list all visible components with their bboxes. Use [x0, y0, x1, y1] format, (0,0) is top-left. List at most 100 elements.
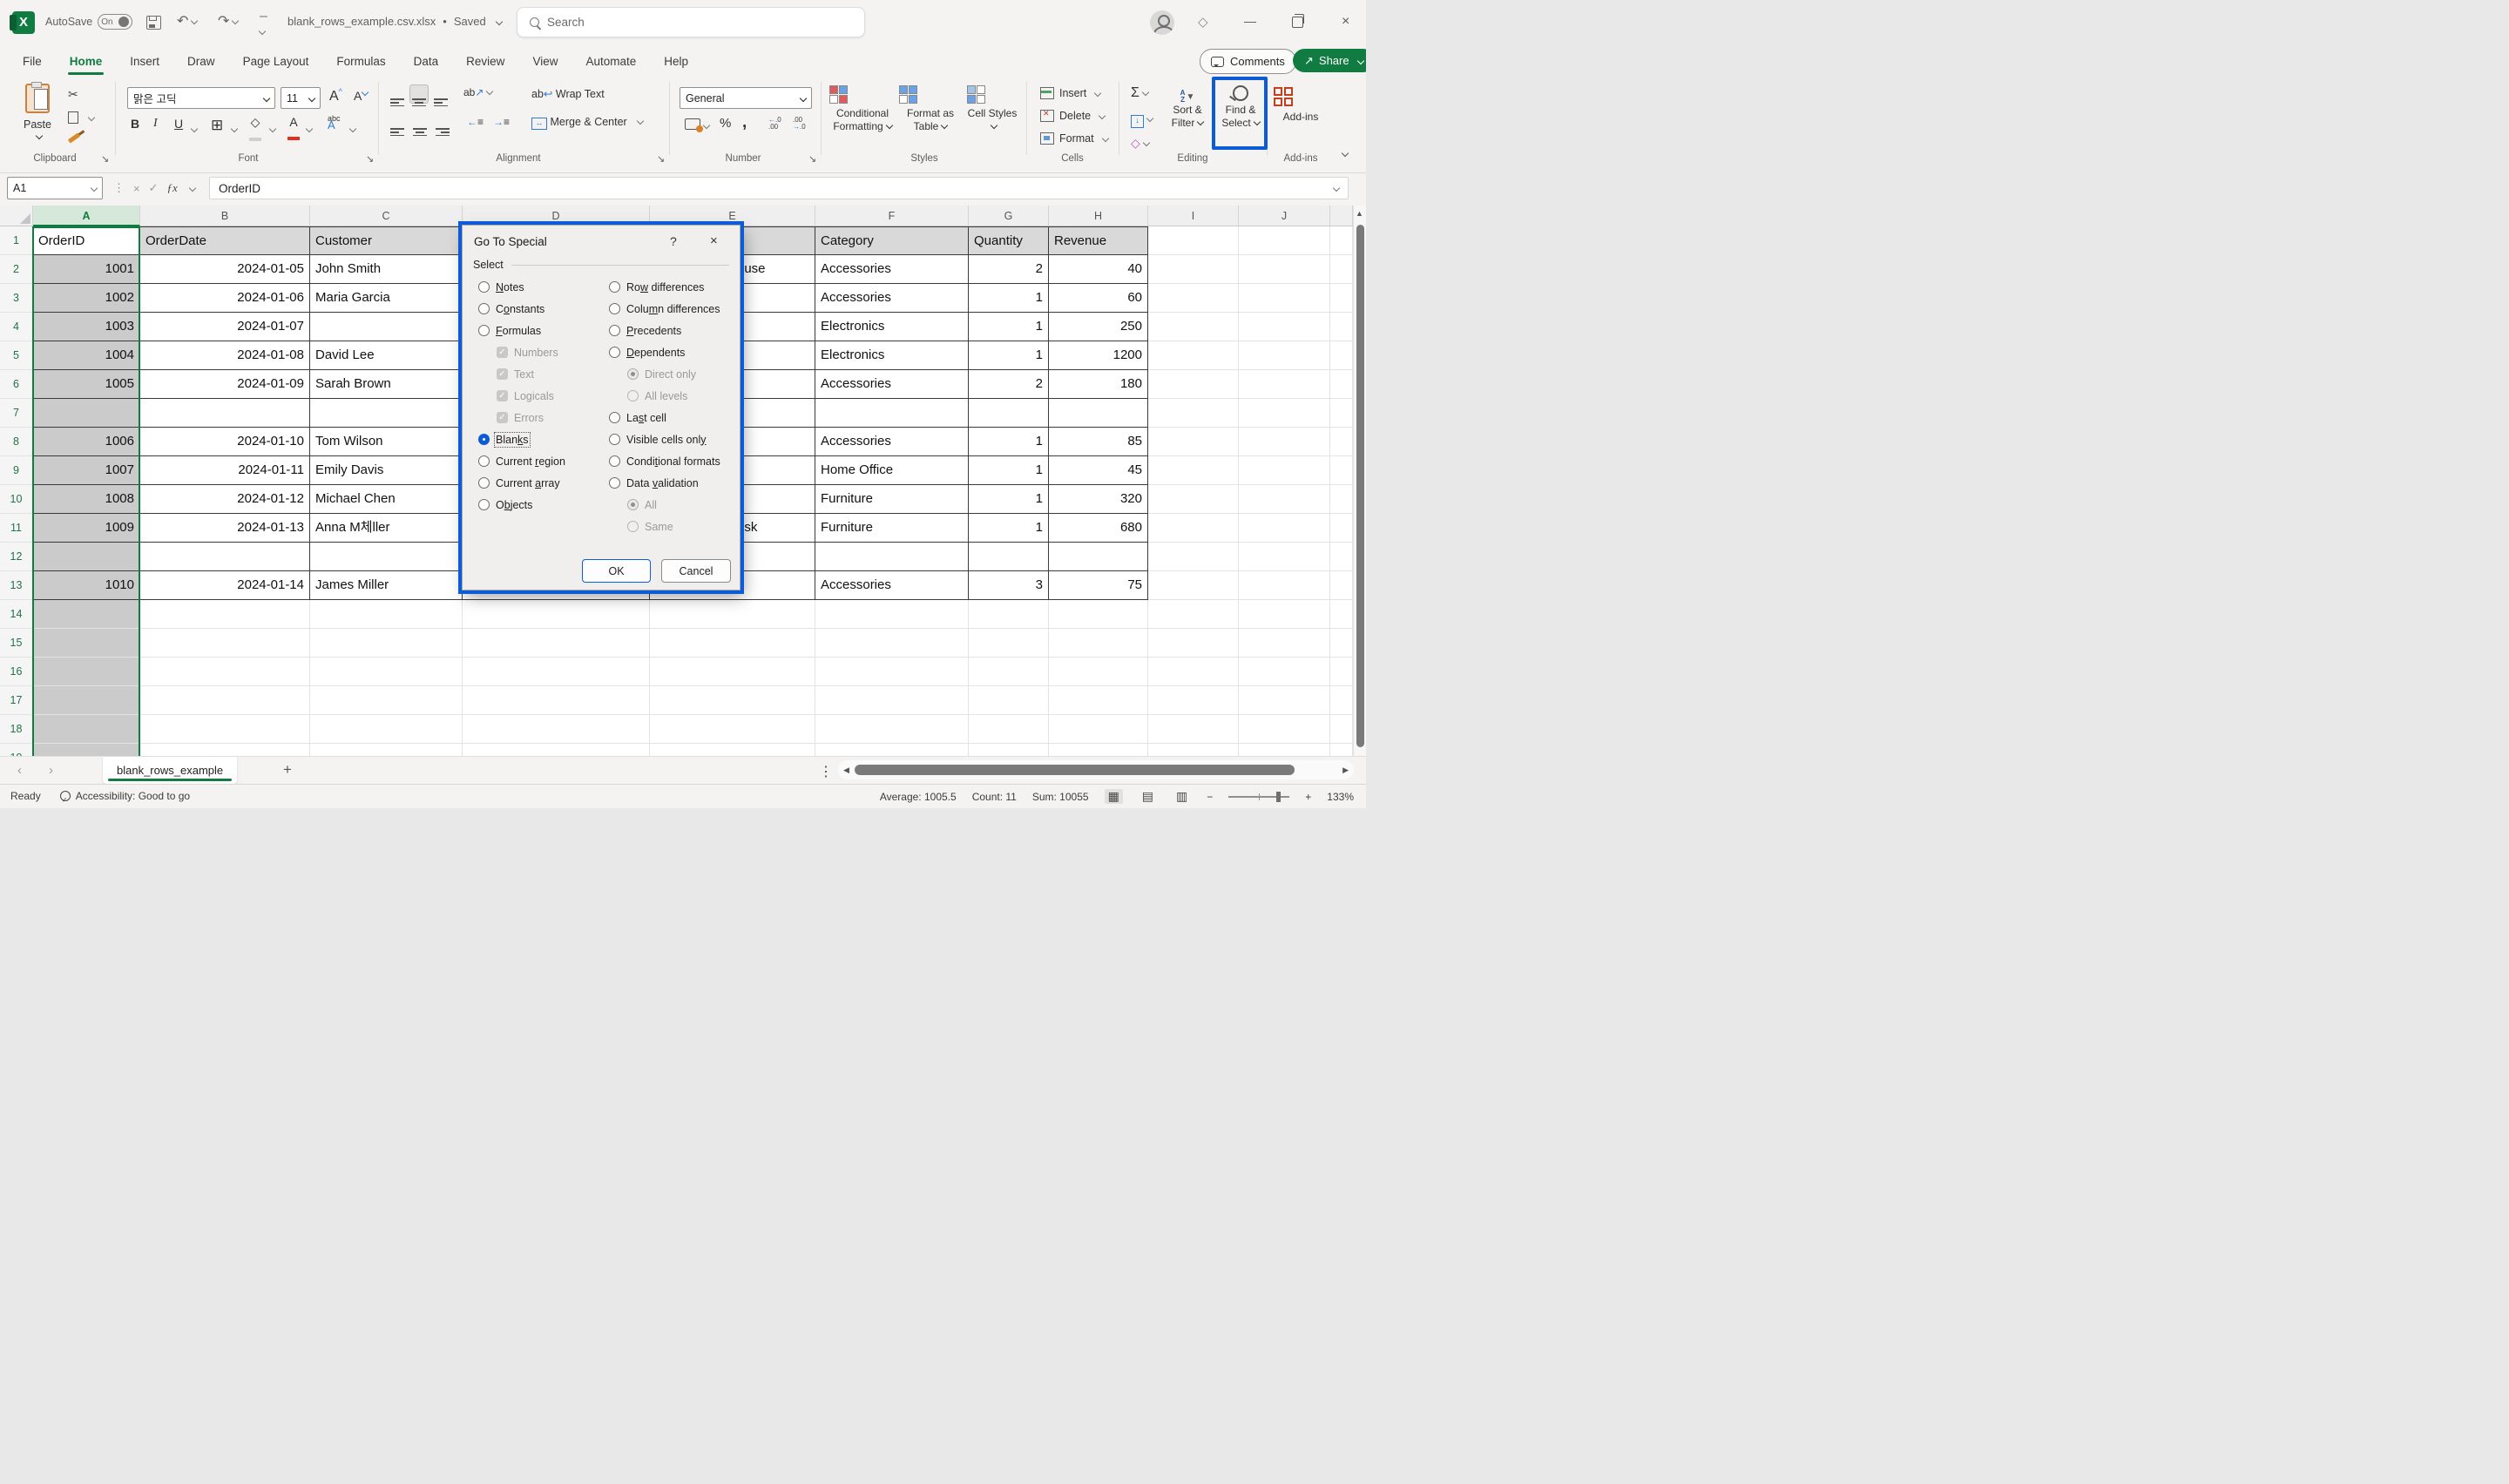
cell-F16[interactable]: [815, 658, 969, 686]
row-header-16[interactable]: 16: [0, 658, 33, 686]
scroll-up-arrow-icon[interactable]: ▲: [1356, 209, 1363, 218]
cell-F5[interactable]: Electronics: [815, 341, 969, 370]
accounting-format-button[interactable]: [685, 118, 709, 134]
chevron-down-icon[interactable]: [189, 185, 196, 192]
cell-C13[interactable]: James Miller: [310, 571, 463, 600]
cell-H5[interactable]: 1200: [1049, 341, 1148, 370]
increase-font-size-button[interactable]: A^: [329, 87, 342, 105]
column-header-G[interactable]: G: [969, 206, 1049, 226]
cell-I16[interactable]: [1148, 658, 1239, 686]
cell-D18[interactable]: [463, 715, 650, 744]
cell-A15[interactable]: [33, 629, 140, 658]
ribbon-tab-view[interactable]: View: [522, 51, 568, 71]
cell-H1[interactable]: Revenue: [1049, 226, 1148, 255]
cell-K15[interactable]: [1330, 629, 1353, 658]
radio-button[interactable]: [609, 281, 620, 293]
horizontal-scrollbar[interactable]: ◀ ▶: [838, 760, 1354, 779]
row-header-7[interactable]: 7: [0, 399, 33, 428]
format-cells-button[interactable]: Format: [1040, 132, 1108, 145]
sort-filter-button[interactable]: AZ▼ Sort & Filter: [1162, 85, 1213, 130]
clear-button[interactable]: ◇: [1131, 136, 1149, 151]
cell-B6[interactable]: 2024-01-09: [140, 370, 310, 399]
cell-C8[interactable]: Tom Wilson: [310, 428, 463, 456]
option-current-region[interactable]: Current region: [478, 450, 602, 472]
cell-B5[interactable]: 2024-01-08: [140, 341, 310, 370]
ok-button[interactable]: OK: [582, 559, 651, 583]
cell-H18[interactable]: [1049, 715, 1148, 744]
font-name-select[interactable]: 맑은 고딕: [127, 87, 275, 109]
autosave-control[interactable]: AutoSave On: [45, 14, 132, 30]
zoom-slider-thumb[interactable]: [1276, 792, 1281, 802]
cell-F15[interactable]: [815, 629, 969, 658]
name-box[interactable]: A1: [7, 177, 103, 199]
cell-B1[interactable]: OrderDate: [140, 226, 310, 255]
paste-button[interactable]: Paste: [17, 84, 57, 152]
ribbon-tab-formulas[interactable]: Formulas: [326, 51, 396, 71]
select-all-corner[interactable]: [0, 206, 33, 226]
cell-A10[interactable]: 1008: [33, 485, 140, 514]
cell-I19[interactable]: [1148, 744, 1239, 756]
cell-F6[interactable]: Accessories: [815, 370, 969, 399]
cell-K13[interactable]: [1330, 571, 1353, 600]
close-button[interactable]: ×: [1342, 14, 1349, 30]
cell-A6[interactable]: 1005: [33, 370, 140, 399]
cell-K1[interactable]: [1330, 226, 1353, 255]
zoom-level[interactable]: 133%: [1327, 791, 1354, 803]
cell-B17[interactable]: [140, 686, 310, 715]
row-header-10[interactable]: 10: [0, 485, 33, 514]
cell-H17[interactable]: [1049, 686, 1148, 715]
account-avatar[interactable]: [1150, 10, 1174, 35]
cell-H13[interactable]: 75: [1049, 571, 1148, 600]
underline-button[interactable]: U: [174, 117, 183, 131]
cell-A18[interactable]: [33, 715, 140, 744]
cell-B10[interactable]: 2024-01-12: [140, 485, 310, 514]
scroll-right-arrow-icon[interactable]: ▶: [1342, 766, 1349, 775]
option-last-cell[interactable]: Last cell: [609, 407, 738, 428]
row-header-14[interactable]: 14: [0, 600, 33, 629]
radio-button[interactable]: [609, 303, 620, 314]
row-header-19[interactable]: 19: [0, 744, 33, 756]
cell-J1[interactable]: [1239, 226, 1330, 255]
cell-J7[interactable]: [1239, 399, 1330, 428]
autosum-button[interactable]: Σ: [1131, 85, 1148, 101]
cell-A4[interactable]: 1003: [33, 313, 140, 341]
column-header-J[interactable]: J: [1239, 206, 1330, 226]
cell-A13[interactable]: 1010: [33, 571, 140, 600]
cell-I17[interactable]: [1148, 686, 1239, 715]
cell-H10[interactable]: 320: [1049, 485, 1148, 514]
cell-K6[interactable]: [1330, 370, 1353, 399]
radio-button[interactable]: [609, 412, 620, 423]
cell-C18[interactable]: [310, 715, 463, 744]
row-header-8[interactable]: 8: [0, 428, 33, 456]
cell-I1[interactable]: [1148, 226, 1239, 255]
cell-J5[interactable]: [1239, 341, 1330, 370]
cell-I6[interactable]: [1148, 370, 1239, 399]
align-bottom-button[interactable]: [434, 89, 448, 106]
cell-B2[interactable]: 2024-01-05: [140, 255, 310, 284]
cell-J8[interactable]: [1239, 428, 1330, 456]
column-header-filler[interactable]: [1330, 206, 1353, 226]
cell-F8[interactable]: Accessories: [815, 428, 969, 456]
cell-H2[interactable]: 40: [1049, 255, 1148, 284]
borders-button[interactable]: ⊞: [211, 117, 223, 134]
conditional-formatting-button[interactable]: Conditional Formatting: [829, 85, 896, 133]
radio-button[interactable]: [609, 434, 620, 445]
cell-G13[interactable]: 3: [969, 571, 1049, 600]
cell-I15[interactable]: [1148, 629, 1239, 658]
cell-H3[interactable]: 60: [1049, 284, 1148, 313]
document-title[interactable]: blank_rows_example.csv.xlsx • Saved: [287, 15, 502, 28]
ribbon-tab-home[interactable]: Home: [59, 51, 113, 71]
cell-K11[interactable]: [1330, 514, 1353, 543]
previous-sheet-arrow[interactable]: ‹: [17, 763, 22, 778]
cell-J12[interactable]: [1239, 543, 1330, 571]
option-objects[interactable]: Objects: [478, 494, 602, 516]
cell-G4[interactable]: 1: [969, 313, 1049, 341]
cell-B19[interactable]: [140, 744, 310, 756]
sheet-tab-active[interactable]: blank_rows_example: [103, 757, 237, 784]
format-as-table-button[interactable]: Format as Table: [899, 85, 962, 133]
font-color-dropdown[interactable]: [303, 122, 312, 138]
option-current-array[interactable]: Current array: [478, 472, 602, 494]
cell-K9[interactable]: [1330, 456, 1353, 485]
cell-E17[interactable]: [650, 686, 815, 715]
column-header-A[interactable]: A: [33, 206, 140, 226]
